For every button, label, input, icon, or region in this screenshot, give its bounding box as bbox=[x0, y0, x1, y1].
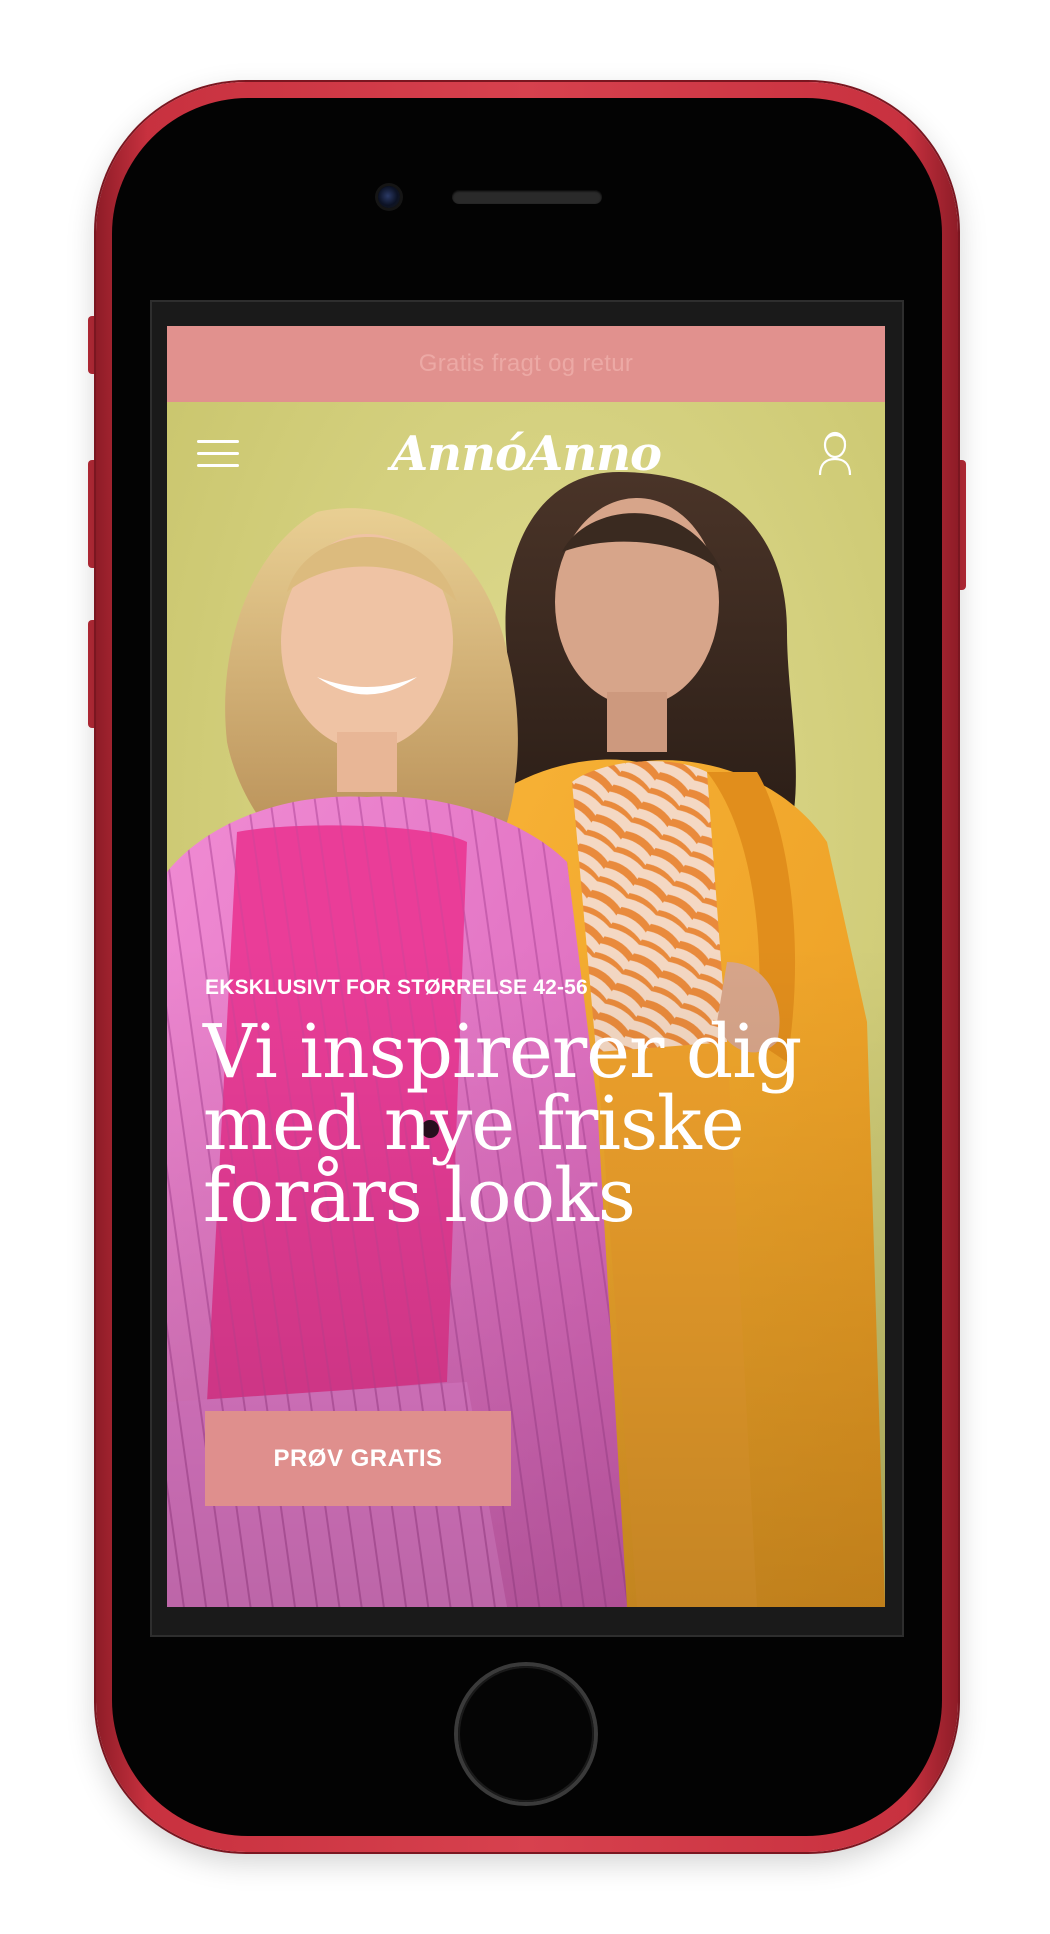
user-account-icon-glyph bbox=[818, 431, 852, 476]
earpiece-speaker bbox=[452, 190, 602, 204]
brand-logo[interactable]: AnnóAnno bbox=[167, 426, 885, 482]
promo-bar: Gratis fragt og retur bbox=[167, 326, 885, 402]
hero-headline-line: forårs looks bbox=[203, 1153, 636, 1239]
site-header: AnnóAnno bbox=[167, 402, 885, 512]
home-button[interactable] bbox=[458, 1666, 594, 1802]
try-free-button[interactable]: PRØV GRATIS bbox=[205, 1411, 511, 1506]
hero-headline-line: med nye friske bbox=[203, 1081, 745, 1167]
hero-banner: AnnóAnno EKSKLUSIVT FOR STØRRELSE 42-56 … bbox=[167, 402, 885, 1607]
promo-text: Gratis fragt og retur bbox=[418, 350, 634, 377]
phone-screen: Gratis fragt og retur AnnóAnno EKSKLUSIV… bbox=[167, 326, 885, 1607]
front-camera bbox=[378, 186, 400, 208]
user-account-icon[interactable] bbox=[817, 430, 853, 478]
hero-headline-line: Vi inspirerer dig bbox=[203, 1009, 802, 1095]
hero-headline: Vi inspirerer dig med nye friske forårs … bbox=[203, 1009, 843, 1239]
hero-eyebrow: EKSKLUSIVT FOR STØRRELSE 42-56 bbox=[205, 976, 588, 999]
mockup-stage: Gratis fragt og retur AnnóAnno EKSKLUSIV… bbox=[0, 0, 1050, 1934]
